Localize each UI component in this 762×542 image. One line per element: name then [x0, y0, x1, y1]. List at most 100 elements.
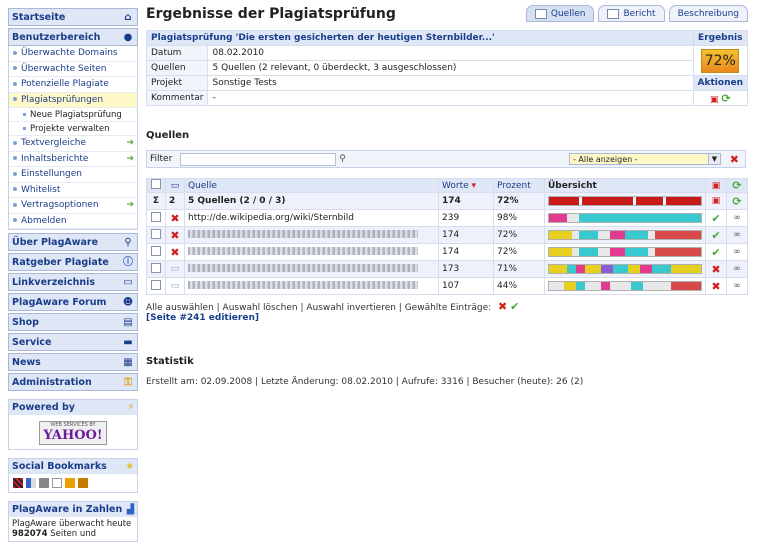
flag-icon: ▭: [170, 180, 180, 191]
excluded-icon[interactable]: ✖: [170, 246, 179, 259]
select-all-cell: [146, 178, 166, 193]
row-action: ✔: [705, 243, 727, 261]
sidebar-section-news[interactable]: News ▦: [8, 353, 138, 371]
filter-select[interactable]: - Alle anzeigen - ▼: [569, 153, 721, 165]
row-select: [146, 243, 166, 261]
sidebar-item-einstellungen[interactable]: Einstellungen: [9, 167, 137, 183]
zahlen-text: PlagAware überwacht heute 982074 Seiten …: [9, 517, 137, 541]
tab-bericht[interactable]: Bericht: [598, 5, 665, 22]
sidebar-section-label: News: [12, 356, 41, 368]
check-icon[interactable]: ✔: [711, 246, 720, 259]
sidebar-user-area[interactable]: Benutzerbereich ●: [8, 28, 138, 46]
link-icon[interactable]: ∞: [733, 230, 741, 240]
col-worte[interactable]: Worte ▾: [438, 178, 494, 193]
sidebar-item-inhaltsberichte[interactable]: Inhaltsberichte ➔: [9, 152, 137, 167]
neutral-icon[interactable]: ▭: [171, 264, 180, 274]
remove-icon[interactable]: ✖: [711, 263, 720, 276]
row-checkbox[interactable]: [151, 262, 161, 273]
row-select: [146, 209, 166, 227]
neutral-icon[interactable]: ▭: [171, 281, 180, 291]
excluded-icon[interactable]: ✖: [170, 212, 179, 225]
sidebar-item-pages[interactable]: Überwachte Seiten: [9, 62, 137, 77]
tab-beschreibung[interactable]: Beschreibung: [668, 5, 748, 22]
sidebar-item-whitelist[interactable]: Whitelist: [9, 183, 137, 198]
row-link: ∞: [726, 260, 748, 278]
row-url[interactable]: [184, 243, 439, 261]
excluded-icon[interactable]: ✖: [170, 229, 179, 242]
sidebar-item-textvergleiche[interactable]: Textvergleiche ➔: [9, 136, 137, 152]
row-url[interactable]: [184, 226, 439, 244]
row-checkbox[interactable]: [151, 245, 161, 256]
sidebar-item-checks[interactable]: Plagiatsprüfungen: [9, 92, 137, 108]
overview-bar: [548, 264, 702, 274]
table-row: ✖ 174 72% ✔ ∞: [146, 226, 748, 244]
sidebar-item-potential[interactable]: Potenzielle Plagiate: [9, 77, 137, 93]
sidebar-section-ueber[interactable]: Über PlagAware ⚲: [8, 233, 138, 251]
col-prozent[interactable]: Prozent: [493, 178, 545, 193]
sidebar-section-ratgeber[interactable]: Ratgeber Plagiate ⓘ: [8, 253, 138, 271]
zahlen-text-2: Seiten und: [50, 529, 97, 539]
row-select: [146, 260, 166, 278]
row-select: [146, 226, 166, 244]
check-icon[interactable]: ✔: [711, 229, 720, 242]
link-icon[interactable]: ∞: [733, 281, 741, 291]
yigg-icon[interactable]: [65, 478, 75, 488]
sidebar-section-service[interactable]: Service ▬: [8, 333, 138, 351]
sidebar-sub-projects[interactable]: Projekte verwalten: [9, 122, 137, 136]
sidebar: Startseite ⌂ Benutzerbereich ● Überwacht…: [8, 0, 138, 542]
google-icon[interactable]: [52, 478, 62, 488]
sidebar-item-label: Inhaltsberichte: [21, 153, 89, 164]
col-quelle[interactable]: Quelle: [184, 178, 439, 193]
select-all-checkbox[interactable]: [151, 179, 161, 189]
star-icon: ★: [125, 461, 134, 472]
row-url[interactable]: [184, 260, 439, 278]
sidebar-section-links[interactable]: Linkverzeichnis ▭: [8, 273, 138, 291]
summary-pdf: ▣: [705, 192, 727, 210]
link-icon[interactable]: ∞: [733, 247, 741, 257]
sidebar-item-vertrag[interactable]: Vertragsoptionen ➔: [9, 198, 137, 214]
sidebar-start[interactable]: Startseite ⌂: [8, 8, 138, 26]
check-icon[interactable]: ✔: [711, 212, 720, 225]
refresh-icon[interactable]: ⟳: [732, 195, 741, 208]
remove-icon[interactable]: ✖: [711, 280, 720, 293]
webnews-icon[interactable]: [78, 478, 88, 488]
row-checkbox[interactable]: [151, 228, 161, 239]
sigma-icon: Σ: [146, 192, 166, 210]
accept-selected-icon[interactable]: ✔: [510, 300, 519, 313]
check-info-table: Plagiatsprüfung 'Die ersten gesicherten …: [145, 30, 749, 106]
pdf-icon[interactable]: ▣: [712, 196, 721, 206]
clear-filter-icon[interactable]: ✖: [730, 153, 739, 166]
edit-page-link[interactable]: [Seite #241 editieren]: [146, 313, 259, 323]
link-icon[interactable]: ∞: [733, 264, 741, 274]
filter-input[interactable]: [180, 152, 337, 166]
pdf-icon: ▣: [711, 180, 721, 191]
delicious-icon[interactable]: [26, 478, 36, 488]
sidebar-item-label: Plagiatsprüfungen: [21, 94, 104, 105]
digg-icon[interactable]: [39, 478, 49, 488]
selection-links-text[interactable]: Alle auswählen | Auswahl löschen | Auswa…: [146, 303, 491, 313]
zahlen-box: PlagAware in Zahlen ▟ PlagAware überwacht…: [8, 501, 138, 542]
sidebar-section-shop[interactable]: Shop ▤: [8, 313, 138, 331]
sidebar-item-label: Überwachte Domains: [21, 48, 118, 59]
row-url[interactable]: http://de.wikipedia.org/wiki/Sternbild: [184, 209, 439, 227]
link-icon[interactable]: ∞: [733, 213, 741, 223]
sidebar-section-admin[interactable]: Administration ⚿: [8, 373, 138, 391]
row-checkbox[interactable]: [151, 211, 161, 222]
row-words: 174: [438, 226, 494, 244]
selection-links: Alle auswählen | Auswahl löschen | Auswa…: [146, 300, 519, 323]
search-icon[interactable]: ⚲: [339, 154, 346, 164]
sidebar-item-domains[interactable]: Überwachte Domains: [9, 46, 137, 62]
row-url[interactable]: [184, 277, 439, 295]
sidebar-item-abmelden[interactable]: Abmelden: [9, 214, 137, 229]
powered-by-box: Powered by ⚡ WEB SERVICES BY YAHOO!: [8, 399, 138, 450]
sidebar-sub-new-check[interactable]: Neue Plagiatsprüfung: [9, 108, 137, 122]
row-overview: [544, 226, 706, 244]
pdf-icon[interactable]: ▣: [710, 95, 719, 105]
delete-selected-icon[interactable]: ✖: [498, 300, 507, 313]
sidebar-section-forum[interactable]: PlagAware Forum ☻: [8, 293, 138, 311]
row-checkbox[interactable]: [151, 279, 161, 290]
refresh-icon[interactable]: ⟳: [721, 92, 730, 105]
yahoo-logo[interactable]: WEB SERVICES BY YAHOO!: [39, 421, 107, 445]
misterwong-icon[interactable]: [13, 478, 23, 488]
tab-quellen[interactable]: Quellen: [525, 5, 595, 22]
